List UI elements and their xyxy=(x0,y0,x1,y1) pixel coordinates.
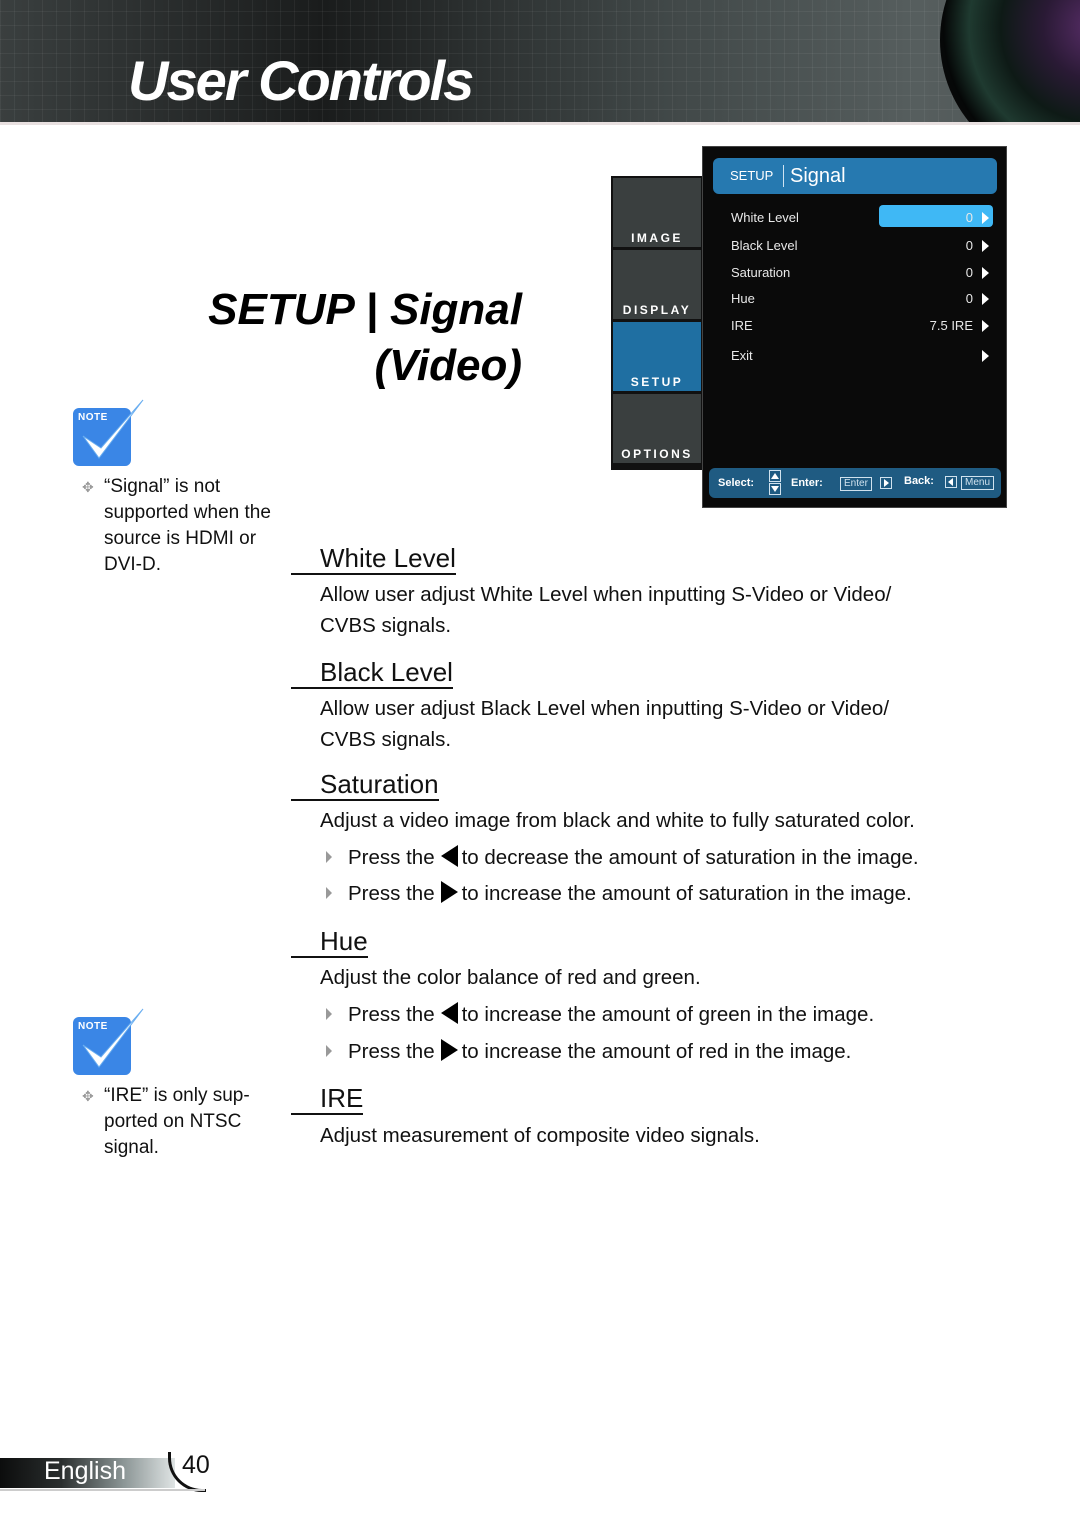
osd-tab-menu: IMAGE DISPLAY SETUP OPTIONS xyxy=(611,176,703,470)
osd-footer: Select: Enter: Enter Back: Menu xyxy=(709,468,1001,498)
checkmark-icon xyxy=(82,1008,144,1068)
osd-tab-image[interactable]: IMAGE xyxy=(613,178,701,248)
left-key-icon xyxy=(440,1002,458,1024)
section-title: SETUP | Signal (Video) xyxy=(208,282,522,394)
osd-panel: SETUP Signal White Level 0 Black Level 0… xyxy=(702,146,1007,508)
bullet-triangle-icon xyxy=(326,851,332,863)
right-arrow-icon xyxy=(982,267,989,279)
down-key-icon xyxy=(769,483,781,495)
paragraph-white-level: Allow user adjust White Level when input… xyxy=(320,583,892,637)
left-key-icon xyxy=(440,845,458,867)
footer-underline xyxy=(0,1489,205,1491)
paragraph-saturation: Adjust a video image from black and whit… xyxy=(320,809,915,832)
section-title-line2: (Video) xyxy=(374,341,522,390)
paragraph-ire: Adjust measurement of composite video si… xyxy=(320,1124,760,1147)
osd-category: SETUP xyxy=(730,168,774,183)
select-label: Select: xyxy=(718,477,755,489)
osd-row-black-level[interactable]: Black Level 0 xyxy=(731,236,993,256)
hue-bullet-red: Press the to increase the amount of red i… xyxy=(326,1037,851,1067)
note-icon: NOTE xyxy=(73,1007,145,1075)
heading-hue: Hue xyxy=(291,926,368,958)
heading-white-level: White Level xyxy=(291,543,456,575)
page-number: 40 xyxy=(182,1451,210,1479)
header-banner: User Controls xyxy=(0,0,1080,124)
footer-language: English xyxy=(44,1457,126,1485)
note-icon: NOTE xyxy=(73,398,145,466)
left-key-icon xyxy=(945,476,957,488)
menu-key: Menu xyxy=(961,476,995,490)
right-key-icon xyxy=(880,477,892,489)
osd-row-white-level[interactable]: White Level 0 xyxy=(731,205,993,228)
bullet-triangle-icon xyxy=(326,887,332,899)
page-header-title: User Controls xyxy=(128,49,474,112)
diamond-bullet-icon: ✥ xyxy=(82,479,94,495)
osd-header-separator xyxy=(783,165,784,187)
header-divider xyxy=(0,122,1080,125)
paragraph-black-level: Allow user adjust Black Level when input… xyxy=(320,697,890,751)
bullet-triangle-icon xyxy=(326,1045,332,1057)
saturation-bullet-decrease: Press the to decrease the amount of satur… xyxy=(326,843,919,873)
osd-row-hue[interactable]: Hue 0 xyxy=(731,289,993,309)
up-key-icon xyxy=(769,470,781,482)
hue-bullet-green: Press the to increase the amount of green… xyxy=(326,1000,874,1030)
back-label: Back: xyxy=(904,475,934,487)
right-key-icon xyxy=(440,881,458,903)
right-arrow-icon xyxy=(982,212,989,224)
selection-highlight xyxy=(879,205,993,227)
heading-black-level: Black Level xyxy=(291,657,453,689)
enter-key: Enter xyxy=(840,477,872,491)
saturation-bullet-increase: Press the to increase the amount of satur… xyxy=(326,879,912,909)
right-arrow-icon xyxy=(982,240,989,252)
right-arrow-icon xyxy=(982,293,989,305)
right-arrow-icon xyxy=(982,320,989,332)
osd-tab-display[interactable]: DISPLAY xyxy=(613,250,701,320)
osd-header: SETUP Signal xyxy=(713,158,997,194)
bullet-triangle-icon xyxy=(326,1008,332,1020)
section-title-line1: SETUP | Signal xyxy=(208,285,522,334)
right-key-icon xyxy=(440,1039,458,1061)
heading-saturation: Saturation xyxy=(291,769,439,801)
enter-label: Enter: xyxy=(791,477,823,489)
osd-submenu-title: Signal xyxy=(790,165,846,187)
paragraph-hue: Adjust the color balance of red and gree… xyxy=(320,966,701,989)
heading-ire: IRE xyxy=(291,1083,364,1115)
diamond-bullet-icon: ✥ xyxy=(82,1088,94,1104)
osd-tab-options[interactable]: OPTIONS xyxy=(613,394,701,464)
right-arrow-icon xyxy=(982,350,989,362)
note-text: ✥ “IRE” is only sup- ported on NTSC sign… xyxy=(82,1085,250,1158)
note-text: ✥ “Signal” is not supported when the sou… xyxy=(82,476,271,575)
osd-row-ire[interactable]: IRE 7.5 IRE xyxy=(731,316,993,336)
lens-image xyxy=(940,0,1080,124)
osd-row-saturation[interactable]: Saturation 0 xyxy=(731,263,993,283)
osd-row-exit[interactable]: Exit xyxy=(731,346,993,366)
checkmark-icon xyxy=(82,399,144,459)
osd-tab-setup[interactable]: SETUP xyxy=(613,322,701,392)
